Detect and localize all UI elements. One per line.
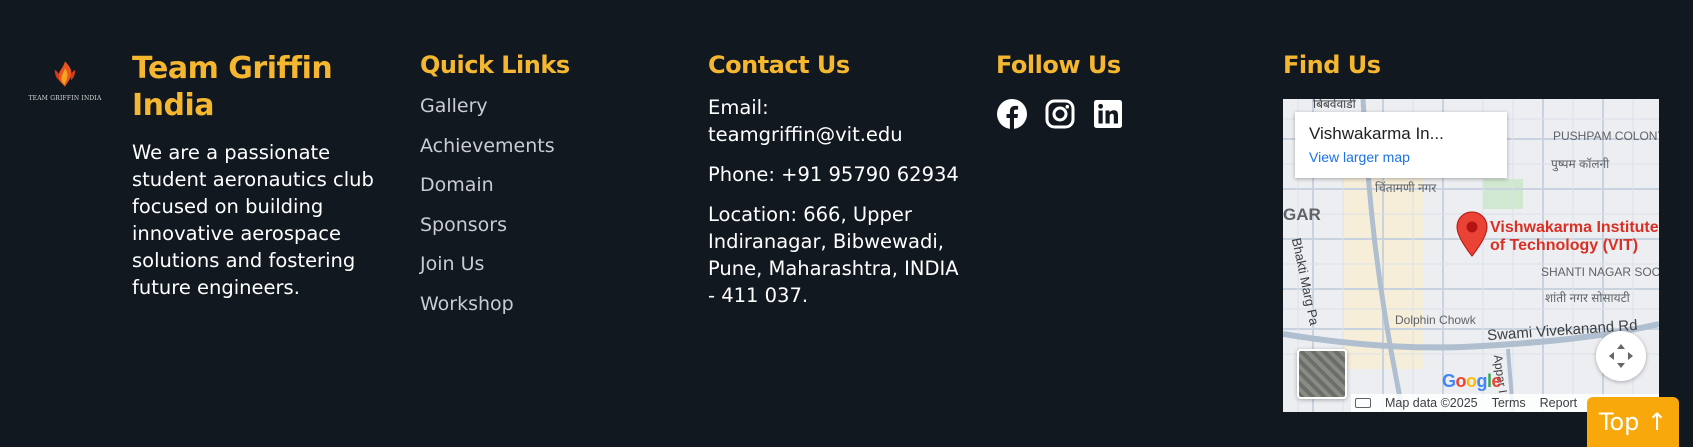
griffin-flame-icon	[54, 61, 76, 87]
follow-title: Follow Us	[996, 51, 1121, 79]
map-label-shanti-hi: शांती नगर सोसायटी	[1545, 291, 1630, 305]
map-pin-label: Vishwakarma Institute of Technology (VIT…	[1490, 219, 1659, 254]
map-pin-icon[interactable]	[1455, 211, 1489, 257]
link-sponsors[interactable]: Sponsors	[420, 213, 680, 237]
map-place-name: Vishwakarma In...	[1309, 124, 1444, 143]
facebook-icon[interactable]	[996, 98, 1028, 130]
google-map-embed[interactable]: Vishwakarma In... View larger map PUSHPA…	[1283, 99, 1659, 412]
find-us-section: Find Us	[1283, 50, 1663, 80]
contact-phone: Phone: +91 95790 62934	[708, 163, 959, 186]
linkedin-icon[interactable]	[1092, 98, 1124, 130]
back-to-top-button[interactable]: Top ↑	[1587, 397, 1679, 447]
quick-links-title: Quick Links	[420, 51, 570, 79]
contact-location: Location: 666, Upper Indiranagar, Bibwew…	[708, 203, 959, 307]
link-achievements[interactable]: Achievements	[420, 134, 680, 158]
quick-links-section: Quick Links Gallery Achievements Domain …	[420, 50, 680, 331]
map-data-text: Map data ©2025	[1385, 396, 1478, 410]
instagram-icon[interactable]	[1044, 98, 1076, 130]
contact-title: Contact Us	[708, 51, 850, 79]
map-report-link[interactable]: Report	[1540, 396, 1578, 410]
team-logo: TEAM GRIFFIN INDIA	[28, 58, 102, 108]
map-label-gar: GAR	[1283, 205, 1321, 224]
contact-email: Email: teamgriffin@vit.edu	[708, 96, 903, 146]
map-label-chintamani: चिंतामणी नगर	[1375, 181, 1437, 195]
map-label-pushpam-hi: पुष्पम कॉलनी	[1551, 157, 1610, 171]
about-section: Team Griffin India We are a passionate s…	[132, 50, 392, 301]
follow-section: Follow Us	[996, 50, 1256, 130]
map-label-dolphin: Dolphin Chowk	[1395, 313, 1476, 327]
map-label-shanti: SHANTI NAGAR SOCIETY	[1541, 265, 1659, 279]
map-place-card: Vishwakarma In... View larger map	[1295, 112, 1507, 178]
social-links	[996, 98, 1256, 130]
keyboard-icon[interactable]	[1355, 398, 1371, 408]
map-terms-link[interactable]: Terms	[1492, 396, 1526, 410]
contact-section: Contact Us Email: teamgriffin@vit.edu Ph…	[708, 50, 968, 309]
quick-links-list: Gallery Achievements Domain Sponsors Joi…	[420, 94, 680, 316]
fullscreen-button[interactable]	[1596, 331, 1646, 381]
about-description: We are a passionate student aeronautics …	[132, 141, 374, 299]
google-logo: Google	[1442, 371, 1502, 391]
about-title: Team Griffin India	[132, 51, 333, 123]
satellite-toggle[interactable]	[1297, 349, 1347, 399]
link-workshop[interactable]: Workshop	[420, 292, 680, 316]
link-join-us[interactable]: Join Us	[420, 252, 680, 276]
logo-text: TEAM GRIFFIN INDIA	[28, 95, 102, 102]
link-domain[interactable]: Domain	[420, 173, 680, 197]
link-gallery[interactable]: Gallery	[420, 94, 680, 118]
view-larger-map-link[interactable]: View larger map	[1309, 149, 1493, 165]
map-label-pushpam: PUSHPAM COLONY	[1553, 129, 1659, 143]
map-label-top: बिबवेवाडी	[1313, 99, 1356, 111]
find-us-title: Find Us	[1283, 51, 1381, 79]
fullscreen-icon	[1609, 344, 1633, 368]
